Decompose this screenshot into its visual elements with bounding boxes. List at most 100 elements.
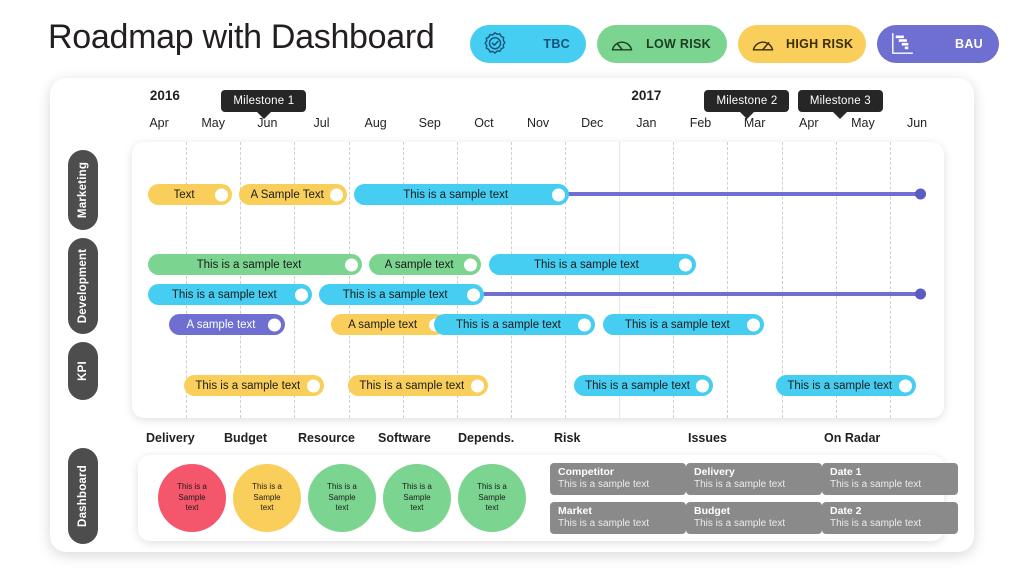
dependency-end-dot [915, 288, 927, 300]
gantt-bar-label: This is a sample text [196, 258, 302, 271]
gantt-bar[interactable]: This is a sample text [347, 375, 488, 396]
legend-pill-tbc[interactable]: TBC [470, 25, 586, 63]
gantt-bar-end-knob [898, 379, 912, 392]
sidebar-item-kpi[interactable]: KPI [68, 342, 98, 400]
status-circle[interactable]: This is a Sample text [158, 464, 226, 532]
gantt-bar-end-knob [746, 318, 760, 331]
status-circle-label: This is a Sample text [477, 481, 507, 513]
gantt-bar[interactable]: This is a sample text [573, 375, 714, 396]
info-box[interactable]: Competitor This is a sample text [550, 463, 686, 495]
info-box-subtitle: This is a sample text [830, 478, 922, 490]
gantt-bar[interactable]: This is a sample text [775, 375, 916, 396]
milestone-badge[interactable]: Milestone 2 [704, 90, 790, 119]
gantt-bar[interactable]: This is a sample text [183, 375, 324, 396]
gantt-bar-label: This is a sample text [787, 379, 893, 392]
info-box-title: Date 2 [830, 505, 862, 517]
month-label: Aug [364, 116, 387, 130]
month-label: Dec [581, 116, 604, 130]
gantt-bar[interactable]: This is a sample text [354, 184, 569, 205]
info-box[interactable]: Delivery This is a sample text [686, 463, 822, 495]
gantt-bar-end-knob [344, 258, 358, 271]
sidebar-item-marketing[interactable]: Marketing [68, 150, 98, 230]
gantt-bar-end-knob [696, 379, 710, 392]
status-circle[interactable]: This is a Sample text [308, 464, 376, 532]
gantt-bar[interactable]: This is a sample text [318, 284, 484, 305]
gantt-bar[interactable]: This is a sample text [602, 314, 764, 335]
gantt-bar-label: This is a sample text [585, 379, 690, 392]
info-box[interactable]: Budget This is a sample text [686, 502, 822, 534]
gantt-bar[interactable]: A sample text [369, 254, 482, 275]
gantt-bar-end-knob [577, 318, 591, 331]
month-label: Apr [799, 116, 819, 130]
gantt-bar[interactable]: A sample text [169, 314, 285, 335]
status-circle-label: This is a Sample text [252, 481, 282, 513]
gantt-bar-label: This is a sample text [624, 318, 730, 331]
gantt-bar-end-knob [464, 258, 478, 271]
status-circle[interactable]: This is a Sample text [233, 464, 301, 532]
status-circle[interactable]: This is a Sample text [458, 464, 526, 532]
month-label: May [201, 116, 226, 130]
milestone-badge[interactable]: Milestone 3 [797, 90, 883, 119]
info-box-subtitle: This is a sample text [558, 517, 650, 529]
gantt-bar-label: This is a sample text [342, 288, 448, 301]
year-label: 2017 [631, 88, 662, 103]
gantt-bar-end-knob [678, 258, 692, 271]
year-label: 2016 [149, 88, 180, 103]
status-circle[interactable]: This is a Sample text [383, 464, 451, 532]
gantt-bar-end-knob [295, 288, 309, 301]
gantt-bar-end-knob [551, 188, 565, 201]
gridline [565, 142, 567, 418]
info-box-title: Date 1 [830, 466, 862, 478]
month-label: Oct [474, 116, 494, 130]
legend-label: BAU [955, 37, 983, 51]
gantt-chart-icon [892, 33, 913, 54]
gantt-bar[interactable]: This is a sample text [148, 254, 362, 275]
milestone-badge[interactable]: Milestone 1 [221, 90, 307, 119]
gantt-bar[interactable]: A Sample Text [239, 184, 348, 205]
sidebar-item-label: Marketing [77, 161, 89, 219]
legend-label: LOW RISK [646, 37, 711, 51]
gantt-bar-end-knob [466, 288, 480, 301]
dashboard-panel: This is a Sample text This is a Sample te… [138, 455, 958, 541]
gantt-bar-label: A sample text [186, 318, 256, 331]
dashboard-column-headers: Delivery Budget Resource Software Depends. Ri… [146, 431, 946, 449]
gantt-bar-label: A Sample Text [250, 188, 324, 201]
sidebar-item-dashboard[interactable]: Dashboard [68, 448, 98, 544]
sidebar-item-development[interactable]: Development [68, 238, 98, 334]
info-box[interactable]: Date 1 This is a sample text [822, 463, 958, 495]
month-label: Apr [149, 116, 169, 130]
gauge-low-icon [611, 41, 633, 51]
info-box-subtitle: This is a sample text [558, 478, 650, 490]
dashboard-column-header: Risk [554, 431, 581, 445]
legend-pill-low-risk[interactable]: LOW RISK [597, 25, 727, 63]
gantt-bar-label: This is a sample text [171, 288, 277, 301]
info-box-subtitle: This is a sample text [830, 517, 922, 529]
gantt-bar[interactable]: This is a sample text [434, 314, 595, 335]
info-box-title: Delivery [694, 466, 735, 478]
legend-pill-high-risk[interactable]: HIGH RISK [738, 25, 866, 63]
dashboard-column-header: Software [378, 431, 431, 445]
info-box[interactable]: Market This is a sample text [550, 502, 686, 534]
dashboard-column-header: Budget [224, 431, 268, 445]
badge-check-icon [484, 32, 506, 54]
gantt-bar[interactable]: Text [148, 184, 232, 205]
month-label: Jan [636, 116, 657, 130]
dashboard-column-header: Issues [688, 431, 727, 445]
gantt-bar[interactable]: This is a sample text [489, 254, 696, 275]
dashboard-column-header: Resource [298, 431, 355, 445]
dashboard-column-header: On Radar [824, 431, 881, 445]
status-circle-label: This is a Sample text [402, 481, 432, 513]
gantt-bar-label: This is a sample text [456, 318, 561, 331]
milestone-label: Milestone 1 [233, 95, 295, 107]
gantt-bar-label: Text [173, 188, 195, 201]
legend-pill-bau[interactable]: BAU [877, 25, 999, 63]
gantt-bar[interactable]: This is a sample text [148, 284, 313, 305]
gantt-bar[interactable]: A sample text [330, 314, 447, 335]
sidebar-item-label: Development [77, 248, 90, 324]
legend-label: TBC [543, 37, 570, 51]
gantt-bar-label: This is a sample text [533, 258, 639, 271]
dependency-line [479, 288, 927, 300]
milestone-label: Milestone 2 [716, 95, 778, 107]
legend-group: TBC LOW RISK HIGH RISK BAU [470, 25, 999, 63]
info-box[interactable]: Date 2 This is a sample text [822, 502, 958, 534]
